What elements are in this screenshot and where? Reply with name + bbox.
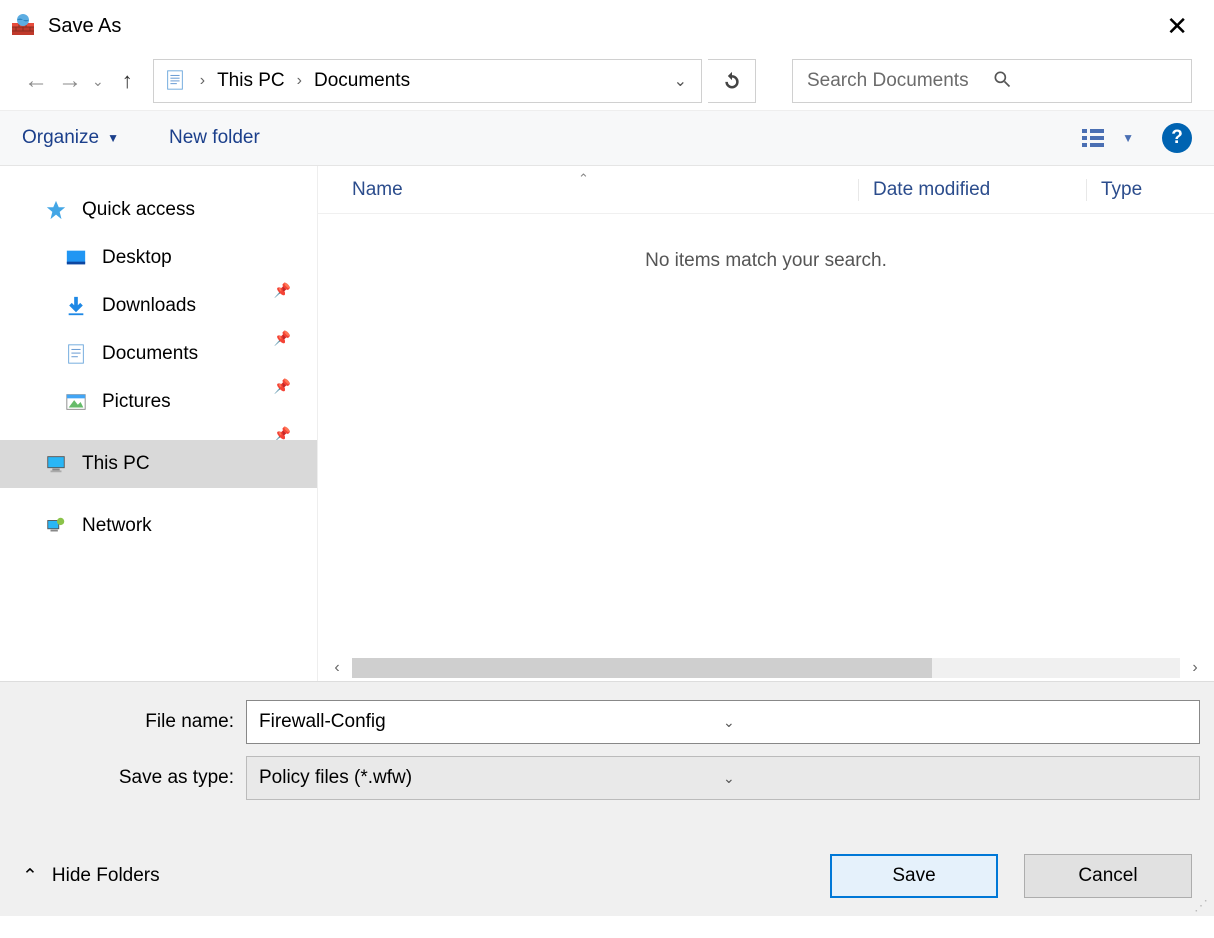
chevron-up-icon: ⌃ (22, 865, 38, 888)
scroll-track[interactable] (352, 658, 1180, 678)
scroll-left-icon[interactable]: ‹ (326, 659, 348, 677)
hide-folders-button[interactable]: ⌃ Hide Folders (22, 865, 160, 888)
sidebar-network[interactable]: Network (0, 502, 317, 550)
back-button[interactable]: ← (22, 67, 50, 95)
sidebar-pictures[interactable]: Pictures (0, 378, 317, 426)
empty-message: No items match your search. (318, 250, 1214, 272)
save-type-select[interactable]: Policy files (*.wfw) ⌄ (246, 756, 1200, 800)
address-bar[interactable]: › This PC › Documents ⌄ (153, 59, 702, 103)
nav-row: ← → ⌄ ↑ › This PC › Documents ⌄ Search D… (0, 52, 1214, 110)
firewall-icon (10, 13, 36, 39)
history-dropdown[interactable]: ⌄ (92, 73, 104, 90)
toolbar: Organize ▼ New folder ▼ ? (0, 110, 1214, 166)
resize-grip-icon[interactable]: ⋰ (1194, 897, 1210, 914)
sidebar-this-pc[interactable]: This PC (0, 440, 317, 488)
dropdown-icon: ▼ (107, 131, 119, 145)
breadcrumb-this-pc[interactable]: This PC (217, 70, 285, 92)
file-list-area: Name ⌃ Date modified Type No items match… (318, 166, 1214, 681)
sidebar-desktop[interactable]: Desktop (0, 234, 317, 282)
pictures-icon (64, 390, 88, 414)
scroll-thumb[interactable] (352, 658, 932, 678)
dropdown-icon: ▼ (1122, 131, 1134, 145)
column-name[interactable]: Name ⌃ (318, 179, 858, 201)
organize-button[interactable]: Organize ▼ (22, 127, 119, 149)
documents-icon (64, 342, 88, 366)
main-area: Quick access Desktop 📌 Downloads 📌 Docum… (0, 166, 1214, 681)
search-input[interactable]: Search Documents (792, 59, 1192, 103)
up-button[interactable]: ↑ (122, 68, 133, 94)
nav-sidebar: Quick access Desktop 📌 Downloads 📌 Docum… (0, 166, 318, 681)
sort-indicator-icon: ⌃ (578, 171, 589, 187)
cancel-button[interactable]: Cancel (1024, 854, 1192, 898)
close-button[interactable]: ✕ (1156, 5, 1198, 48)
help-button[interactable]: ? (1162, 123, 1192, 153)
search-placeholder: Search Documents (807, 70, 992, 92)
sidebar-documents[interactable]: Documents (0, 330, 317, 378)
column-headers: Name ⌃ Date modified Type (318, 166, 1214, 214)
network-icon (44, 514, 68, 538)
title-bar: Save As ✕ (0, 0, 1214, 52)
save-type-label: Save as type: (14, 767, 246, 789)
sidebar-quick-access[interactable]: Quick access (0, 186, 317, 234)
window-title: Save As (48, 15, 121, 38)
footer-panel: File name: Firewall-Config ⌄ Save as typ… (0, 681, 1214, 916)
refresh-button[interactable] (708, 59, 756, 103)
search-icon (992, 69, 1177, 94)
star-icon (44, 198, 68, 222)
desktop-icon (64, 246, 88, 270)
view-options-button[interactable]: ▼ (1082, 127, 1134, 149)
forward-button[interactable]: → (56, 67, 84, 95)
file-name-label: File name: (14, 711, 246, 733)
chevron-right-icon: › (200, 72, 205, 90)
breadcrumb-documents[interactable]: Documents (314, 70, 410, 92)
save-button[interactable]: Save (830, 854, 998, 898)
computer-icon (44, 452, 68, 476)
horizontal-scrollbar[interactable]: ‹ › (318, 655, 1214, 681)
document-icon (164, 69, 188, 93)
sidebar-downloads[interactable]: Downloads (0, 282, 317, 330)
chevron-down-icon[interactable]: ⌄ (723, 714, 1187, 731)
column-type[interactable]: Type (1086, 179, 1214, 201)
address-dropdown[interactable]: ⌄ (666, 71, 695, 91)
column-date[interactable]: Date modified (858, 179, 1086, 201)
new-folder-button[interactable]: New folder (169, 127, 260, 149)
chevron-down-icon[interactable]: ⌄ (723, 770, 1187, 787)
scroll-right-icon[interactable]: › (1184, 659, 1206, 677)
download-icon (64, 294, 88, 318)
file-name-input[interactable]: Firewall-Config ⌄ (246, 700, 1200, 744)
chevron-right-icon: › (297, 72, 302, 90)
